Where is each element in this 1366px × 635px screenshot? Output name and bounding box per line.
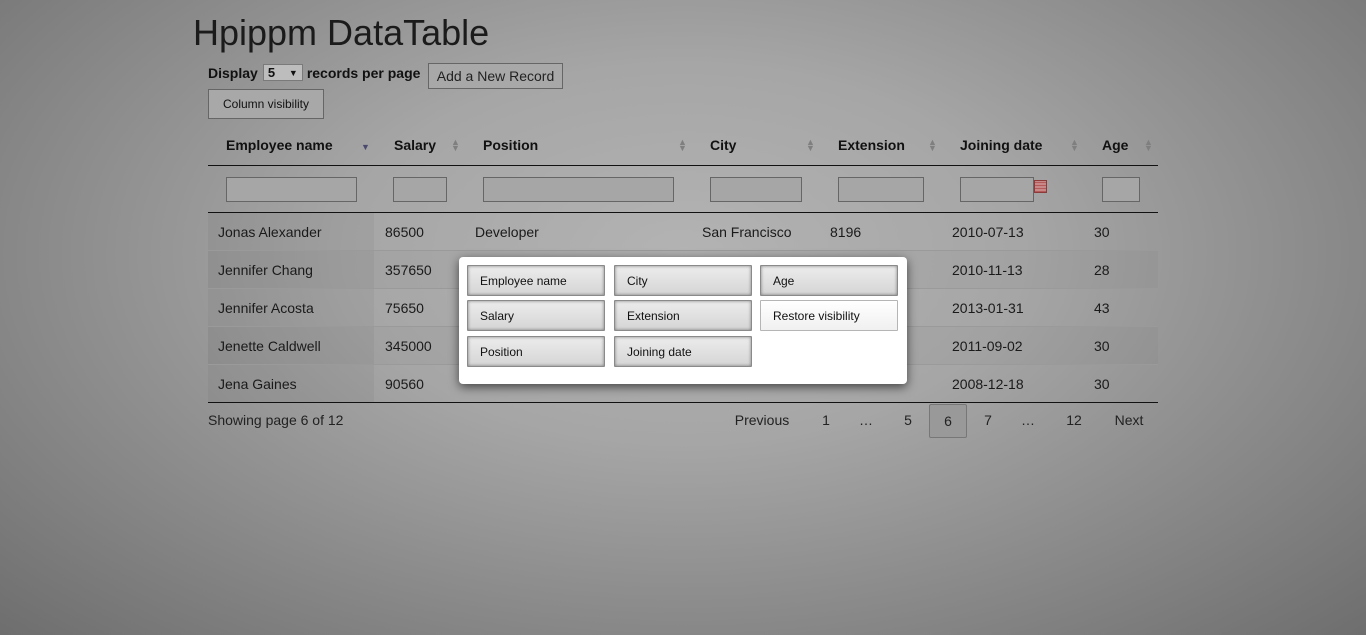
- per-page-suffix: records per page: [306, 64, 421, 81]
- sort-arrows-icon[interactable]: ▲ ▼: [678, 138, 687, 153]
- header-city[interactable]: City: [710, 137, 736, 153]
- toggle-employee-name-button[interactable]: Employee name: [467, 265, 605, 296]
- pagination-next[interactable]: Next: [1104, 404, 1154, 438]
- header-salary[interactable]: Salary: [394, 137, 436, 153]
- cell-employee-name: Jonas Alexander: [218, 224, 322, 240]
- header-extension[interactable]: Extension: [838, 137, 905, 153]
- pagination-ellipsis: …: [859, 412, 873, 428]
- pagination-page-7[interactable]: 7: [973, 404, 1003, 438]
- cell-age: 28: [1094, 262, 1110, 278]
- filter-salary-input[interactable]: [393, 177, 447, 202]
- cell-age: 30: [1094, 376, 1110, 392]
- sort-arrows-icon[interactable]: ▲ ▼: [1070, 138, 1079, 153]
- filter-joining-date-input[interactable]: [960, 177, 1034, 202]
- add-record-button[interactable]: Add a New Record: [428, 63, 563, 89]
- header-employee-name[interactable]: Employee name: [226, 137, 333, 153]
- cell-employee-name: Jenette Caldwell: [218, 338, 321, 354]
- cell-age: 30: [1094, 338, 1110, 354]
- toggle-city-button[interactable]: City: [614, 265, 752, 296]
- sort-arrows-icon[interactable]: ▲ ▼: [928, 138, 937, 153]
- toggle-age-button[interactable]: Age: [760, 265, 898, 296]
- header-position[interactable]: Position: [483, 137, 538, 153]
- cell-age: 43: [1094, 300, 1110, 316]
- sort-arrows-icon[interactable]: ▲ ▼: [451, 138, 460, 153]
- table-info: Showing page 6 of 12: [208, 412, 344, 428]
- sort-desc-icon[interactable]: ▼: [361, 143, 370, 152]
- filter-employee-name-input[interactable]: [226, 177, 357, 202]
- per-page-select[interactable]: 5 ▼: [262, 64, 303, 81]
- filter-row: [208, 166, 1158, 213]
- header-joining-date[interactable]: Joining date: [960, 137, 1042, 153]
- records-per-page-control: Display 5 ▼ records per page: [208, 64, 420, 81]
- filter-position-input[interactable]: [483, 177, 674, 202]
- sort-arrows-icon[interactable]: ▲ ▼: [1144, 138, 1153, 153]
- cell-joining-date: 2013-01-31: [952, 300, 1024, 316]
- header-age[interactable]: Age: [1102, 137, 1128, 153]
- sort-arrows-icon[interactable]: ▲ ▼: [806, 138, 815, 153]
- cell-city: San Francisco: [702, 224, 792, 240]
- toggle-salary-button[interactable]: Salary: [467, 300, 605, 331]
- cell-joining-date: 2011-09-02: [952, 338, 1023, 354]
- display-label: Display: [208, 64, 258, 81]
- cell-joining-date: 2010-11-13: [952, 262, 1023, 278]
- cell-employee-name: Jennifer Acosta: [218, 300, 314, 316]
- pagination-page-6-current[interactable]: 6: [929, 404, 967, 438]
- toggle-extension-button[interactable]: Extension: [614, 300, 752, 331]
- column-visibility-popup: Employee name City Age Salary Extension …: [459, 257, 907, 384]
- cell-salary: 345000: [385, 338, 432, 354]
- column-visibility-button[interactable]: Column visibility: [208, 89, 324, 119]
- toggle-position-button[interactable]: Position: [467, 336, 605, 367]
- per-page-value: 5: [267, 65, 276, 80]
- page-title: Hpippm DataTable: [193, 12, 490, 53]
- table-header-row: Employee name ▼ Salary ▲ ▼ Position ▲ ▼ Ci…: [208, 127, 1158, 166]
- chevron-down-icon: ▼: [288, 67, 298, 78]
- pagination-page-5[interactable]: 5: [893, 404, 923, 438]
- cell-salary: 75650: [385, 300, 424, 316]
- cell-salary: 357650: [385, 262, 432, 278]
- toggle-joining-date-button[interactable]: Joining date: [614, 336, 752, 367]
- pagination-ellipsis: …: [1021, 412, 1035, 428]
- cell-extension: 8196: [830, 224, 862, 240]
- cell-employee-name: Jena Gaines: [218, 376, 297, 392]
- cell-age: 30: [1094, 224, 1110, 240]
- cell-joining-date: 2008-12-18: [952, 376, 1024, 392]
- pagination-page-1[interactable]: 1: [811, 404, 841, 438]
- restore-visibility-button[interactable]: Restore visibility: [760, 300, 898, 331]
- cell-employee-name: Jennifer Chang: [218, 262, 313, 278]
- cell-salary: 90560: [385, 376, 424, 392]
- cell-position: Developer: [475, 224, 539, 240]
- pagination-page-12[interactable]: 12: [1055, 404, 1093, 438]
- pagination-previous[interactable]: Previous: [727, 404, 797, 438]
- cell-salary: 86500: [385, 224, 424, 240]
- filter-age-input[interactable]: [1102, 177, 1140, 202]
- table-row[interactable]: Jonas Alexander 86500 Developer San Fran…: [208, 213, 1158, 251]
- filter-city-input[interactable]: [710, 177, 802, 202]
- cell-joining-date: 2010-07-13: [952, 224, 1024, 240]
- calendar-icon[interactable]: [1034, 180, 1047, 193]
- filter-extension-input[interactable]: [838, 177, 924, 202]
